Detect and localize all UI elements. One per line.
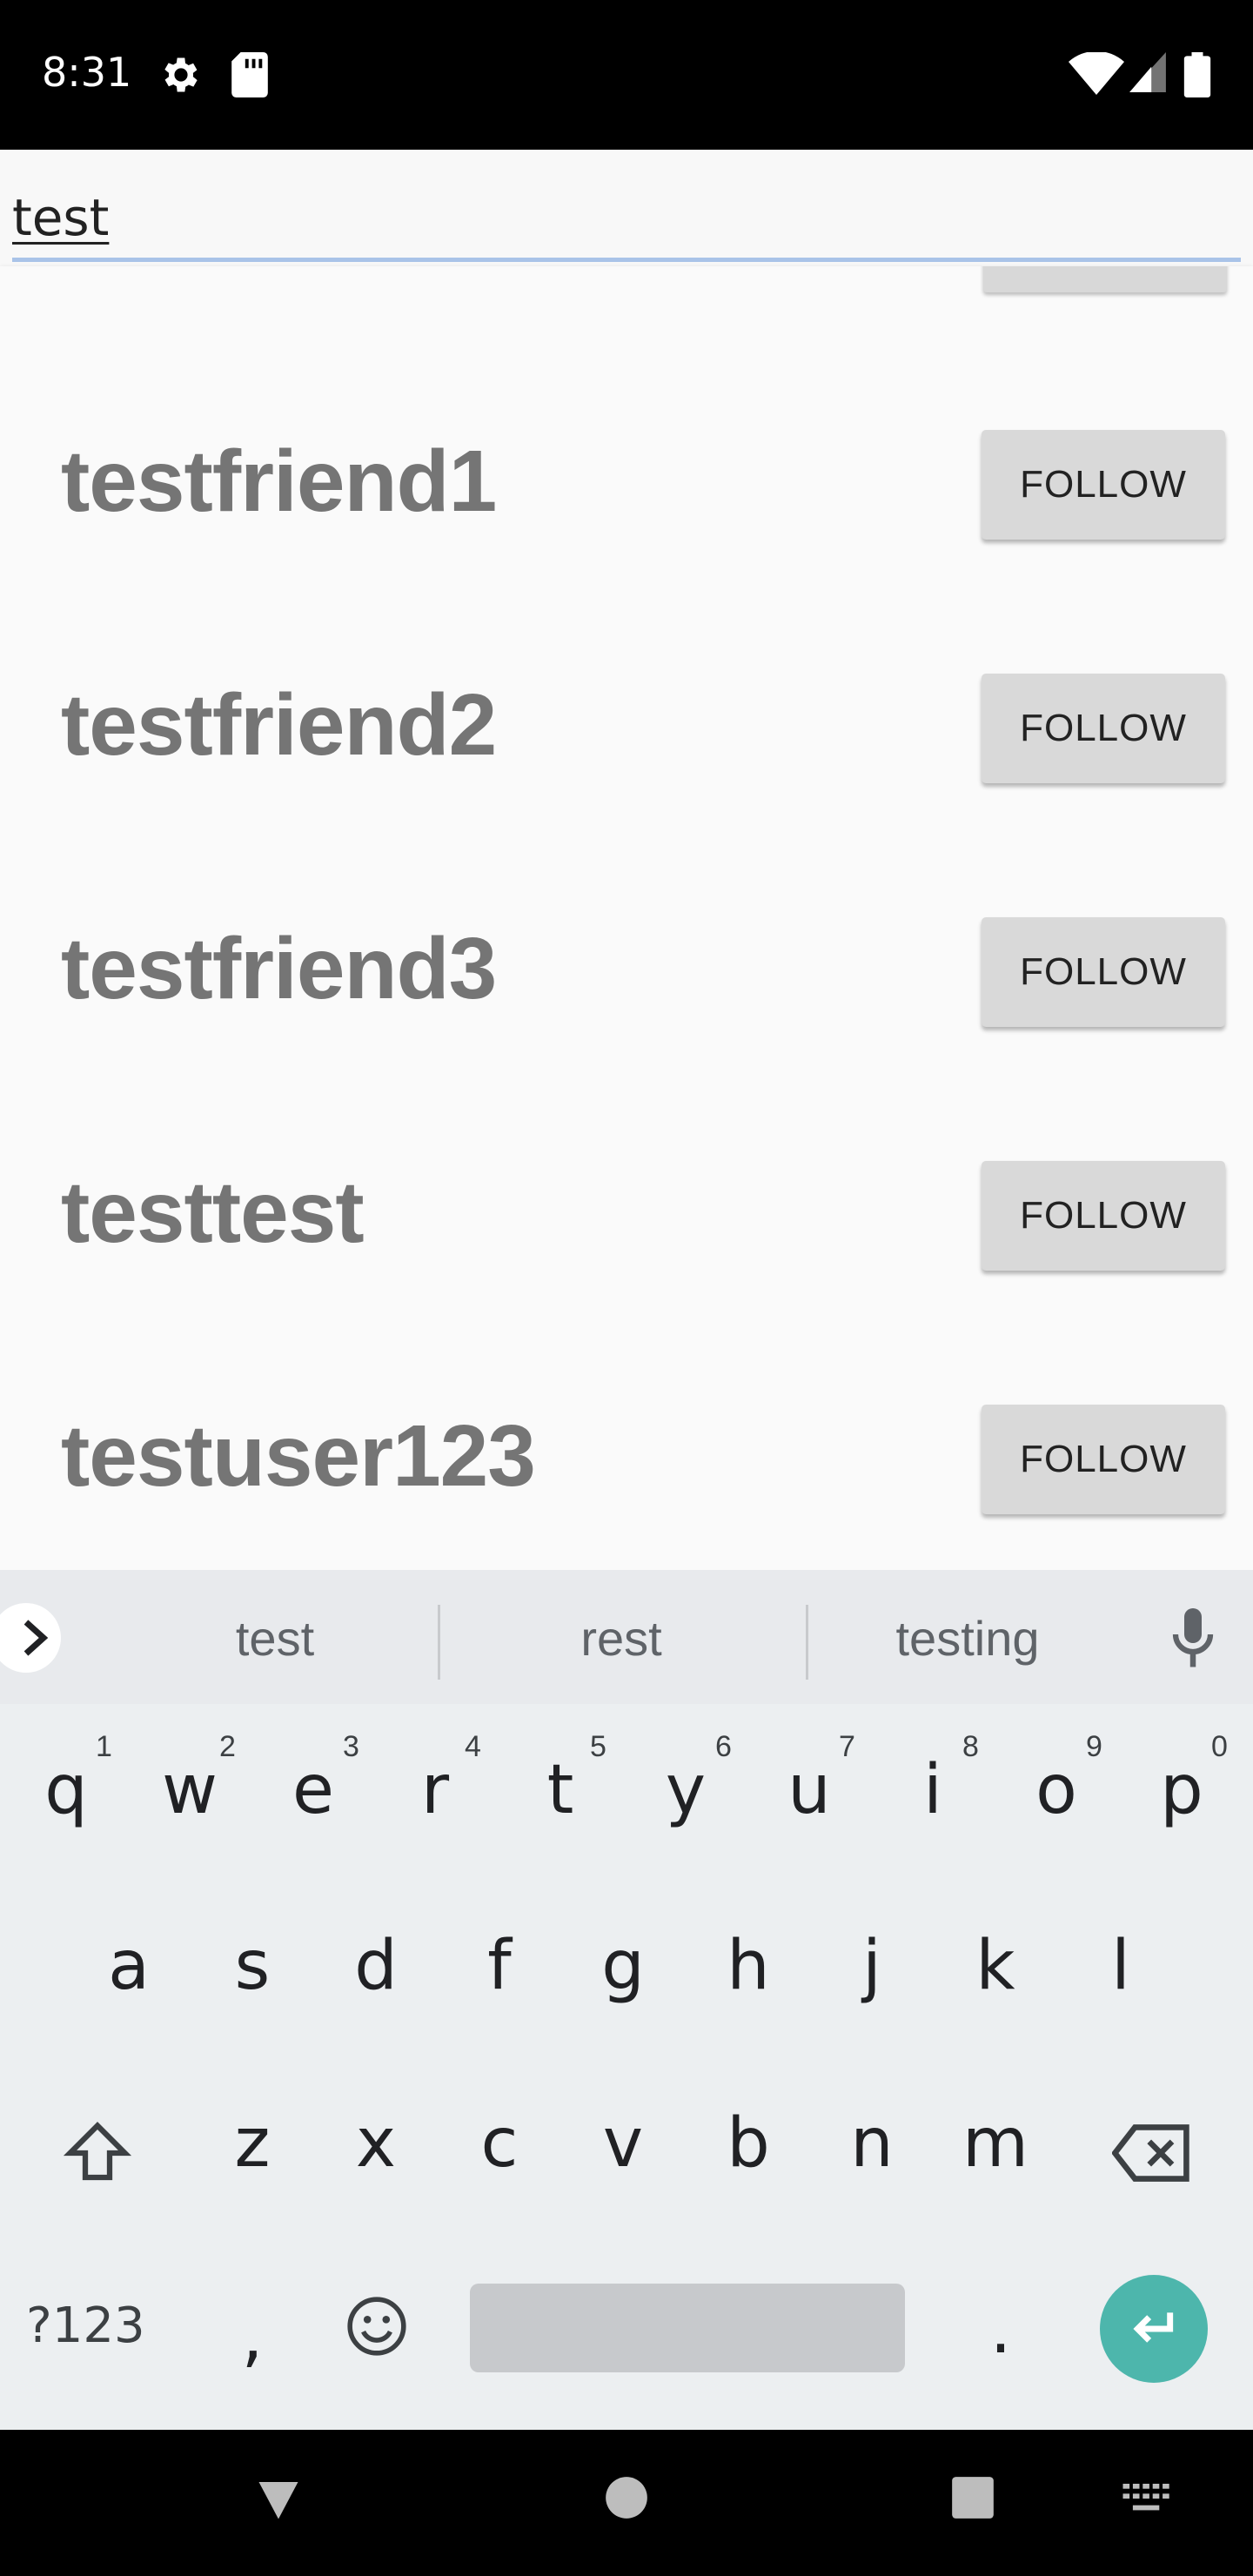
username: testfriend2 xyxy=(61,676,497,774)
comma-key[interactable]: , xyxy=(235,2298,270,2376)
recents-icon[interactable] xyxy=(950,2475,995,2520)
list-item[interactable]: testtest FOLLOW xyxy=(0,1084,1253,1328)
list-item[interactable]: testfriend3 FOLLOW xyxy=(0,841,1253,1084)
key-a[interactable]: a xyxy=(85,1927,172,2005)
key-d[interactable]: d xyxy=(332,1927,419,2005)
follow-button[interactable]: FOLLOW xyxy=(982,1161,1225,1271)
key-l[interactable]: l xyxy=(1077,1927,1164,2005)
key-hint-6: 6 xyxy=(715,1730,732,1763)
key-b[interactable]: b xyxy=(705,2104,792,2183)
follow-button[interactable]: FOLLOW xyxy=(982,430,1225,540)
key-h[interactable]: h xyxy=(705,1927,792,2005)
signal-icon xyxy=(1129,52,1166,92)
suggestion-3[interactable]: testing xyxy=(837,1610,1098,1667)
key-m[interactable]: m xyxy=(952,2104,1039,2183)
follow-button[interactable]: FOLLOW xyxy=(982,674,1225,783)
key-hint-4: 4 xyxy=(465,1730,481,1763)
gear-icon xyxy=(164,57,198,92)
emoji-icon[interactable] xyxy=(345,2294,409,2358)
search-bar: test xyxy=(0,150,1253,266)
list-item[interactable]: testfriend2 FOLLOW xyxy=(0,597,1253,841)
key-hint-7: 7 xyxy=(839,1730,855,1763)
chevron-right-icon xyxy=(23,1620,49,1656)
follow-button[interactable]: FOLLOW xyxy=(982,1405,1225,1514)
key-hint-3: 3 xyxy=(343,1730,359,1763)
username: testfriend3 xyxy=(61,920,497,1017)
sd-card-icon xyxy=(231,52,268,97)
suggestion-2[interactable]: rest xyxy=(491,1610,752,1667)
suggestion-divider xyxy=(438,1605,440,1680)
key-hint-8: 8 xyxy=(962,1730,979,1763)
status-time: 8:31 xyxy=(42,49,132,96)
shift-icon[interactable] xyxy=(61,2116,134,2190)
key-hint-1: 1 xyxy=(96,1730,112,1763)
backspace-icon[interactable] xyxy=(1112,2120,1192,2186)
key-n[interactable]: n xyxy=(828,2104,915,2183)
period-key[interactable]: . xyxy=(983,2291,1018,2369)
key-g[interactable]: g xyxy=(580,1927,667,2005)
key-c[interactable]: c xyxy=(456,2104,543,2183)
suggestion-1[interactable]: test xyxy=(144,1610,405,1667)
suggestion-divider xyxy=(806,1605,808,1680)
username: testtest xyxy=(61,1164,365,1261)
wifi-icon xyxy=(1069,52,1124,95)
key-v[interactable]: v xyxy=(580,2104,667,2183)
microphone-icon[interactable] xyxy=(1171,1608,1215,1669)
back-icon[interactable] xyxy=(252,2473,305,2526)
key-s[interactable]: s xyxy=(209,1927,296,2005)
home-icon[interactable] xyxy=(604,2475,649,2520)
key-hint-2: 2 xyxy=(219,1730,236,1763)
key-z[interactable]: z xyxy=(209,2104,296,2183)
battery-icon xyxy=(1183,52,1211,97)
suggestion-strip: test rest testing xyxy=(0,1570,1253,1704)
key-x[interactable]: x xyxy=(332,2104,419,2183)
list-item[interactable]: testfriend1 FOLLOW xyxy=(0,353,1253,597)
keyboard-icon[interactable] xyxy=(1122,2484,1173,2517)
space-key[interactable] xyxy=(470,2284,905,2372)
key-hint-0: 0 xyxy=(1211,1730,1228,1763)
navigation-bar xyxy=(0,2430,1253,2576)
key-hint-5: 5 xyxy=(590,1730,606,1763)
follow-button-partial[interactable] xyxy=(983,266,1227,292)
key-k[interactable]: k xyxy=(952,1927,1039,2005)
key-hint-9: 9 xyxy=(1086,1730,1102,1763)
search-input[interactable]: test xyxy=(12,188,109,247)
username: testfriend1 xyxy=(61,433,497,530)
symbols-key[interactable]: ?123 xyxy=(26,2298,145,2354)
username: testuser123 xyxy=(61,1407,536,1505)
search-results-list[interactable]: testfriend1 FOLLOW testfriend2 FOLLOW te… xyxy=(0,266,1253,1570)
search-underline xyxy=(12,258,1241,262)
key-j[interactable]: j xyxy=(828,1927,915,2005)
key-f[interactable]: f xyxy=(456,1927,543,2005)
list-item[interactable]: testuser123 FOLLOW xyxy=(0,1328,1253,1570)
follow-button[interactable]: FOLLOW xyxy=(982,917,1225,1027)
status-bar: 8:31 xyxy=(0,0,1253,150)
enter-icon xyxy=(1133,2312,1174,2343)
